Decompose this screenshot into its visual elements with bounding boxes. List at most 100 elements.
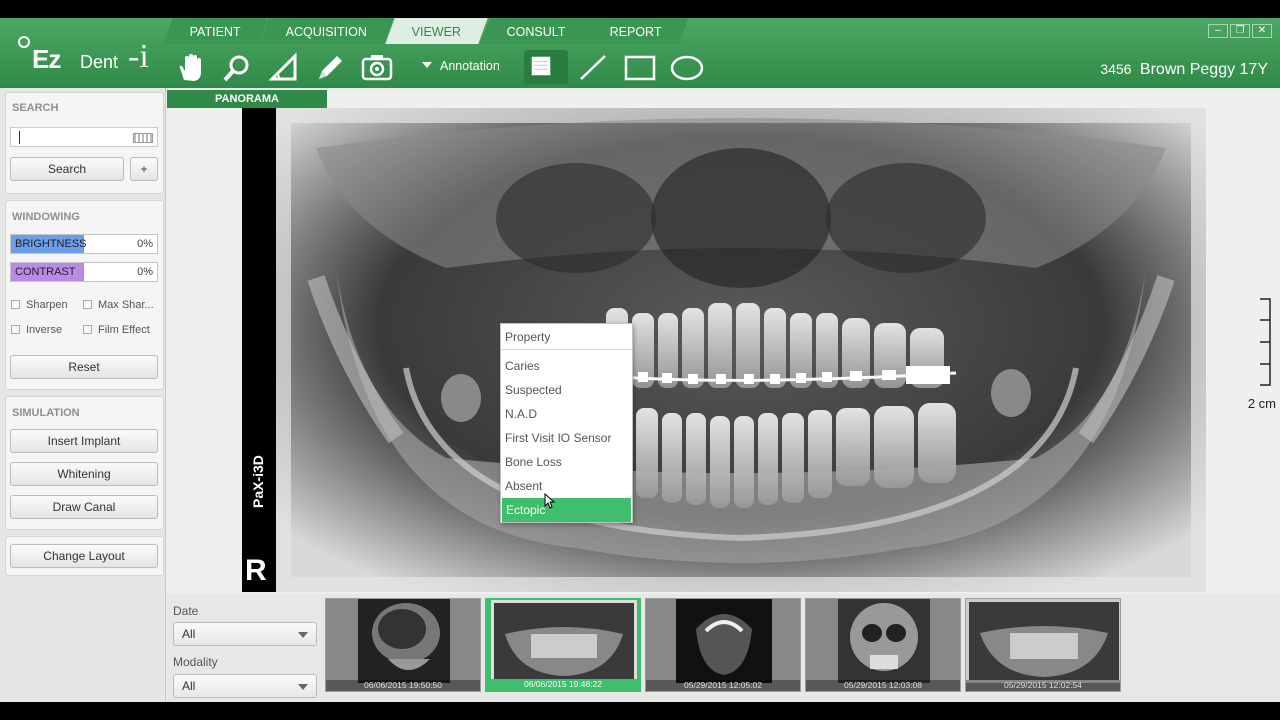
add-button[interactable]: + [130, 157, 158, 181]
simulation-title: SIMULATION [12, 407, 80, 419]
rectangle-icon[interactable] [623, 52, 657, 84]
minimize-button[interactable]: – [1208, 24, 1228, 38]
checkbox-box [83, 325, 92, 334]
patient-info: 3456 Brown Peggy 17Y [1100, 61, 1268, 79]
thumbnail-ct-axial[interactable]: 05/29/2015 12:05:02 [645, 598, 801, 692]
date-filter-value: All [182, 627, 196, 641]
menu-item-caries[interactable]: Caries [501, 354, 632, 378]
angle-icon[interactable] [267, 52, 301, 84]
tab-report[interactable]: REPORT [583, 18, 689, 44]
whitening-button[interactable]: Whitening [10, 462, 158, 486]
chevron-down-icon [422, 62, 432, 68]
thumbnail-ceph-pa[interactable]: 05/29/2015 12:03:08 [805, 598, 961, 692]
app-logo: Ez Dent -i [16, 32, 156, 80]
capture-icon[interactable] [360, 52, 394, 84]
thumbnail-timestamp: 05/29/2015 12:02:54 [966, 680, 1120, 691]
side-marker: R [245, 554, 267, 587]
inverse-checkbox[interactable]: Inverse [11, 324, 62, 336]
ct-axial-image [676, 599, 772, 683]
menu-item-nad[interactable]: N.A.D [501, 402, 632, 426]
maximize-button[interactable]: ❐ [1230, 24, 1250, 38]
window-controls: – ❐ ✕ [1206, 24, 1272, 38]
measurement-scale [1260, 298, 1271, 386]
brightness-slider[interactable]: BRIGHTNESS 0% [10, 234, 158, 254]
modality-filter-label: Modality [173, 655, 218, 669]
ellipse-icon[interactable] [670, 52, 704, 84]
logo-dent: Dent [80, 52, 119, 72]
device-label: PaX-i3D [250, 455, 266, 508]
windowing-section: WINDOWING BRIGHTNESS 0% CONTRAST 0% Shar… [5, 200, 164, 390]
film-effect-checkbox[interactable]: Film Effect [83, 324, 150, 336]
panorama-thumbnail-image [966, 599, 1120, 683]
contrast-value: 0% [137, 266, 153, 278]
change-layout-button[interactable]: Change Layout [10, 544, 158, 568]
app-header: Ez Dent -i PATIENT ACQUISITION VIEWER CO… [0, 18, 1280, 88]
thumbnail-ceph-lateral[interactable]: 06/06/2015 19:50:50 [325, 598, 481, 692]
reset-button[interactable]: Reset [10, 355, 158, 379]
annotation-label: Annotation [440, 59, 500, 73]
search-button[interactable]: Search [10, 157, 124, 181]
menu-item-bone-loss[interactable]: Bone Loss [501, 450, 632, 474]
patient-name: Brown Peggy 17Y [1139, 61, 1268, 78]
search-title: SEARCH [12, 102, 59, 114]
sharpen-label: Sharpen [26, 299, 68, 311]
logo-i: -i [128, 38, 149, 75]
menu-item-ectopic[interactable]: Ectopic [502, 498, 631, 522]
brightness-label: BRIGHTNESS [15, 238, 87, 250]
tab-panorama[interactable]: PANORAMA [167, 90, 327, 108]
checkbox-box [11, 325, 20, 334]
hand-icon[interactable] [174, 52, 208, 84]
mouse-cursor-icon [544, 493, 556, 509]
search-section: SEARCH Search + [5, 92, 164, 194]
tab-patient[interactable]: PATIENT [163, 18, 268, 44]
pencil-icon[interactable] [313, 52, 347, 84]
thumbnail-timestamp: 05/29/2015 12:03:08 [806, 680, 960, 691]
close-button[interactable]: ✕ [1252, 24, 1272, 38]
xray-canvas[interactable]: PaX-i3D R [242, 108, 1206, 592]
main-tabs: PATIENT ACQUISITION VIEWER CONSULT REPOR… [163, 18, 689, 44]
logo-dot [18, 36, 30, 48]
keyboard-icon[interactable] [133, 133, 153, 143]
ceph-lateral-image [358, 599, 450, 683]
search-input[interactable] [10, 127, 158, 147]
image-viewer: PANORAMA PaX-i3D R 2 cm [167, 90, 1280, 594]
patient-id: 3456 [1100, 61, 1132, 77]
annotation-dropdown[interactable]: Annotation [422, 59, 500, 73]
draw-canal-button[interactable]: Draw Canal [10, 495, 158, 519]
tab-consult[interactable]: CONSULT [479, 18, 593, 44]
simulation-section: SIMULATION Insert Implant Whitening Draw… [5, 396, 164, 530]
study-browser: Date All Modality All 06/06/2015 19:50:5… [167, 594, 1280, 702]
max-sharpen-checkbox[interactable]: Max Shar... [83, 299, 154, 311]
windowing-title: WINDOWING [12, 211, 80, 223]
modality-filter-select[interactable]: All [173, 674, 317, 698]
inverse-label: Inverse [26, 324, 63, 336]
tab-acquisition[interactable]: ACQUISITION [259, 18, 394, 44]
context-menu-header: Property [501, 324, 632, 350]
menu-item-suspected[interactable]: Suspected [501, 378, 632, 402]
logo-ez: Ez [32, 44, 61, 74]
brightness-value: 0% [137, 238, 153, 250]
contrast-slider[interactable]: CONTRAST 0% [10, 262, 158, 282]
checkbox-box [11, 300, 20, 309]
max-sharpen-label: Max Shar... [98, 299, 154, 311]
left-panel: SEARCH Search + WINDOWING BRIGHTNESS 0% … [0, 88, 166, 702]
viewer-toolbar: Annotation [168, 46, 728, 88]
insert-implant-button[interactable]: Insert Implant [10, 429, 158, 453]
property-context-menu: Property Caries Suspected N.A.D First Vi… [500, 323, 633, 523]
notepad-icon[interactable] [524, 50, 568, 84]
sharpen-checkbox[interactable]: Sharpen [11, 299, 68, 311]
menu-item-first-visit[interactable]: First Visit IO Sensor [501, 426, 632, 450]
device-strip [242, 108, 276, 592]
date-filter-select[interactable]: All [173, 622, 317, 646]
text-caret [19, 131, 20, 144]
film-effect-label: Film Effect [98, 324, 150, 336]
thumbnail-panorama-selected[interactable]: 06/06/2015 19:46:22 [485, 598, 641, 692]
thumbnail-timestamp: 05/29/2015 12:05:02 [646, 680, 800, 691]
tab-viewer[interactable]: VIEWER [385, 18, 489, 44]
date-filter-label: Date [173, 604, 199, 618]
thumbnail-panorama[interactable]: 05/29/2015 12:02:54 [965, 598, 1121, 692]
chevron-down-icon [298, 632, 308, 638]
zoom-icon[interactable] [220, 52, 254, 84]
line-icon[interactable] [576, 52, 610, 84]
menu-item-absent[interactable]: Absent [501, 474, 632, 498]
